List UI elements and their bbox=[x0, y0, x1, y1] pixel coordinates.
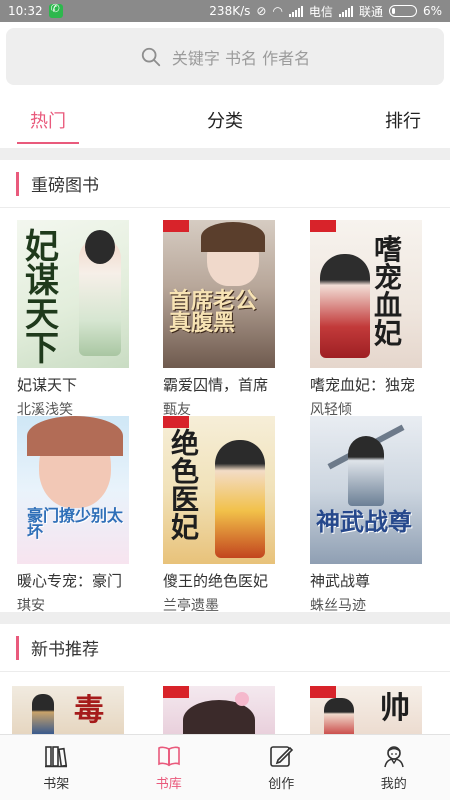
cover-title-art: 豪门撩少别太坏 bbox=[27, 506, 124, 541]
book-title: 妃谋天下 bbox=[17, 376, 78, 394]
tab-hot[interactable]: 热门 bbox=[17, 94, 79, 146]
bottom-navigation: 书架 书库 创作 我的 bbox=[0, 734, 450, 800]
book-card[interactable]: 绝色医妃 傻王的绝色医妃 兰亭遗墨 bbox=[163, 416, 275, 615]
network-speed: 238K/s bbox=[209, 4, 251, 18]
section-title: 重磅图书 bbox=[31, 176, 99, 196]
cover-title-art: 嗜宠血妃 bbox=[374, 233, 403, 350]
active-tab-indicator bbox=[17, 142, 79, 144]
status-time: 10:32 bbox=[8, 4, 43, 18]
section-header-new-books: 新书推荐 bbox=[0, 624, 450, 672]
nav-profile[interactable]: 我的 bbox=[338, 735, 450, 800]
nav-library[interactable]: 书库 bbox=[113, 735, 226, 800]
sync-off-icon: ⊘ bbox=[256, 4, 267, 18]
book-cover: 毒 bbox=[12, 686, 124, 734]
cover-title-art: 神武战尊 bbox=[316, 507, 412, 536]
write-icon bbox=[270, 746, 294, 767]
nav-label: 我的 bbox=[380, 777, 407, 792]
search-bar[interactable]: 关键字 书名 作者名 bbox=[6, 28, 444, 85]
book-title: 嗜宠血妃：独宠 bbox=[310, 376, 416, 394]
book-card[interactable]: 帅 bbox=[310, 686, 422, 734]
book-card[interactable]: 豪门撩少别太坏 暖心专宠：豪门 琪安 bbox=[17, 416, 129, 615]
section-header-featured: 重磅图书 bbox=[0, 160, 450, 208]
bookshelf-icon bbox=[45, 746, 68, 768]
nav-write[interactable]: 创作 bbox=[225, 735, 338, 800]
section-accent-bar bbox=[16, 635, 19, 660]
nav-label: 书库 bbox=[155, 777, 182, 792]
book-title: 暖心专宠：豪门 bbox=[17, 572, 123, 590]
status-bar: 10:32 238K/s ⊘ ◠ 电信 联通 6% bbox=[0, 0, 450, 22]
cover-title-art: 首席老公真腹黑 bbox=[169, 288, 258, 336]
signal-icon bbox=[288, 5, 303, 17]
cover-title-art: 毒 bbox=[74, 693, 104, 728]
book-cover: 嗜宠血妃 bbox=[310, 220, 422, 368]
battery-icon bbox=[388, 5, 417, 17]
nav-bookshelf[interactable]: 书架 bbox=[0, 735, 113, 800]
cover-title-art: 帅 bbox=[380, 691, 410, 726]
book-title: 霸爱囚情，首席 bbox=[163, 376, 269, 394]
search-placeholder: 关键字 书名 作者名 bbox=[171, 48, 311, 68]
section-title: 新书推荐 bbox=[31, 640, 99, 660]
wifi-icon: ◠ bbox=[272, 4, 283, 18]
profile-icon bbox=[383, 746, 404, 768]
category-tabs: 热门 分类 排行 bbox=[0, 94, 450, 146]
nav-label: 书架 bbox=[43, 777, 70, 792]
nav-label: 创作 bbox=[268, 777, 295, 792]
book-library-icon bbox=[157, 746, 180, 767]
book-cover: 首席老公真腹黑 bbox=[163, 220, 275, 368]
phone-notification-icon bbox=[48, 2, 63, 18]
book-card[interactable]: 神武战尊 神武战尊 蛛丝马迹 bbox=[310, 416, 422, 615]
carrier-2: 联通 bbox=[358, 4, 383, 19]
section-divider bbox=[0, 148, 450, 160]
book-title: 神武战尊 bbox=[310, 572, 371, 590]
book-card[interactable]: 嗜宠血妃 嗜宠血妃：独宠 风轻倾 bbox=[310, 220, 422, 419]
book-cover: 神武战尊 bbox=[310, 416, 422, 564]
section-divider bbox=[0, 612, 450, 624]
search-icon bbox=[141, 47, 161, 66]
cover-title-art: 绝色医妃 bbox=[171, 427, 200, 544]
book-card[interactable]: 首席老公真腹黑 霸爱囚情，首席 甄友 bbox=[163, 220, 275, 419]
signal-icon-2 bbox=[338, 5, 353, 17]
book-cover: 帅 bbox=[310, 686, 422, 734]
battery-level: 6% bbox=[422, 4, 442, 18]
book-cover: 绝色医妃 bbox=[163, 416, 275, 564]
cover-title-art: 妃谋天下 bbox=[25, 227, 59, 368]
book-title: 傻王的绝色医妃 bbox=[163, 572, 269, 590]
book-card[interactable] bbox=[163, 686, 275, 734]
book-cover: 妃谋天下 bbox=[17, 220, 129, 368]
book-card[interactable]: 妃谋天下 妃谋天下 北溪浅笑 bbox=[17, 220, 129, 419]
book-cover: 豪门撩少别太坏 bbox=[17, 416, 129, 564]
section-accent-bar bbox=[16, 171, 19, 196]
book-cover bbox=[163, 686, 275, 734]
carrier-1: 电信 bbox=[308, 4, 333, 19]
book-card[interactable]: 毒 bbox=[12, 686, 124, 734]
tab-categories[interactable]: 分类 bbox=[190, 94, 260, 146]
tab-rankings[interactable]: 排行 bbox=[370, 94, 436, 146]
